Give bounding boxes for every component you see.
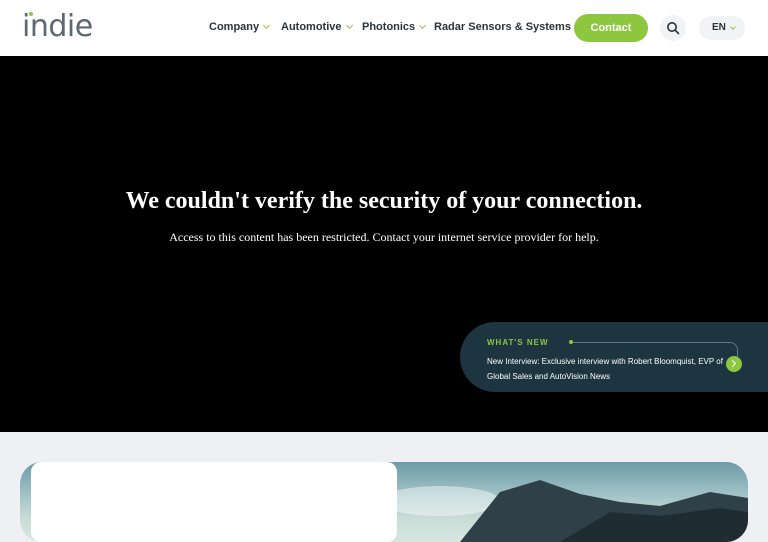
whats-new-label: WHAT'S NEW xyxy=(487,338,549,347)
content-panel xyxy=(31,462,397,542)
line-dot xyxy=(569,340,573,344)
hero-section: We couldn't verify the security of your … xyxy=(0,56,768,432)
nav-automotive-label: Automotive xyxy=(281,21,342,33)
search-icon xyxy=(667,22,680,35)
language-selector[interactable]: EN xyxy=(699,16,745,40)
chevron-down-icon xyxy=(730,24,736,30)
nav-radar[interactable]: Radar Sensors & Systems xyxy=(434,21,582,33)
indie-logo[interactable]: indie xyxy=(22,10,93,44)
whats-new-text: New Interview: Exclusive interview with … xyxy=(487,357,723,381)
contact-button[interactable]: Contact xyxy=(574,14,648,42)
nav-photonics-label: Photonics xyxy=(362,21,416,33)
chevron-down-icon xyxy=(263,21,271,30)
whats-new-card[interactable]: WHAT'S NEW New Interview: Exclusive inte… xyxy=(460,322,768,392)
nav-photonics[interactable]: Photonics xyxy=(362,21,427,33)
nav-company[interactable]: Company xyxy=(209,21,271,33)
nav-automotive[interactable]: Automotive xyxy=(281,21,353,33)
nav-company-label: Company xyxy=(209,21,260,33)
lower-section xyxy=(0,432,768,542)
language-label: EN xyxy=(712,22,726,33)
arrow-right-icon[interactable] xyxy=(726,356,742,372)
error-subtitle: Access to this content has been restrict… xyxy=(169,230,599,244)
chevron-down-icon xyxy=(345,21,353,30)
logo-dot xyxy=(29,12,33,16)
error-title: We couldn't verify the security of your … xyxy=(125,188,643,214)
nav-radar-label: Radar Sensors & Systems xyxy=(434,21,571,33)
search-button[interactable] xyxy=(660,15,686,41)
chevron-down-icon xyxy=(419,21,427,30)
site-header: indie Company Automotive Photonics Radar… xyxy=(0,0,768,56)
